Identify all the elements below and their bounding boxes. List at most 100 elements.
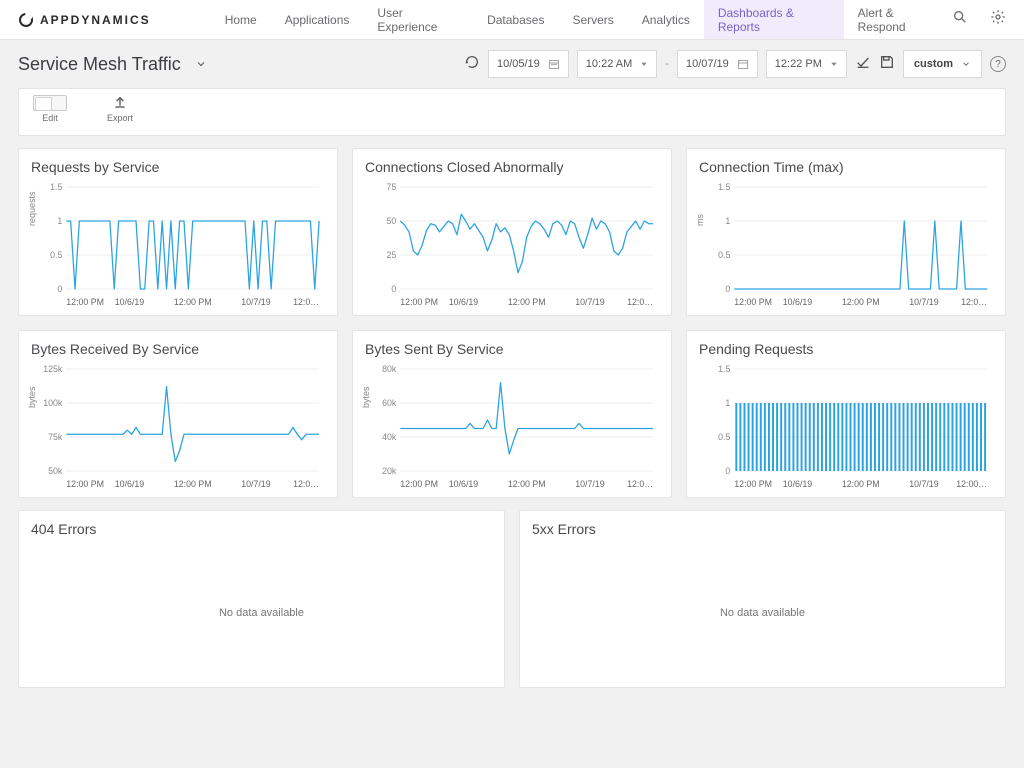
caret-down-icon bbox=[830, 60, 838, 68]
svg-text:0: 0 bbox=[725, 466, 730, 476]
panel-title: 404 Errors bbox=[31, 521, 492, 537]
svg-text:1: 1 bbox=[725, 398, 730, 408]
svg-text:12:0…: 12:0… bbox=[293, 479, 319, 489]
svg-text:10/6/19: 10/6/19 bbox=[449, 297, 478, 307]
nav-item-alert-respond[interactable]: Alert & Respond bbox=[844, 0, 952, 39]
gear-icon[interactable] bbox=[990, 9, 1006, 30]
to-date-field[interactable]: 10/07/19 bbox=[677, 50, 758, 78]
export-icon bbox=[112, 95, 128, 111]
nav-item-user-experience[interactable]: User Experience bbox=[363, 0, 473, 39]
top-nav-right bbox=[952, 9, 1006, 30]
brand: APPDYNAMICS bbox=[18, 12, 151, 28]
svg-text:50: 50 bbox=[387, 216, 397, 226]
svg-text:0: 0 bbox=[725, 284, 730, 294]
no-data-message: No data available bbox=[31, 543, 492, 683]
y-axis-label: ms bbox=[695, 214, 705, 226]
svg-text:12:00 PM: 12:00 PM bbox=[400, 297, 438, 307]
panel-5xx-errors: 5xx Errors No data available bbox=[519, 510, 1006, 688]
svg-text:12:0…: 12:0… bbox=[627, 297, 653, 307]
chart-area: requests 00.511.512:00 PM10/6/1912:00 PM… bbox=[31, 181, 325, 311]
chevron-down-icon bbox=[195, 58, 207, 70]
refresh-icon[interactable] bbox=[464, 54, 480, 75]
svg-text:1.5: 1.5 bbox=[718, 364, 730, 374]
svg-text:25: 25 bbox=[387, 250, 397, 260]
search-icon[interactable] bbox=[952, 9, 968, 30]
toggle-icon bbox=[33, 95, 67, 111]
svg-text:0.5: 0.5 bbox=[718, 250, 730, 260]
svg-text:10/6/19: 10/6/19 bbox=[783, 479, 812, 489]
svg-text:12:00 PM: 12:00 PM bbox=[842, 479, 880, 489]
chart-area: 00.511.512:00 PM10/6/1912:00 PM10/7/1912… bbox=[699, 363, 993, 493]
save-icon[interactable] bbox=[879, 54, 895, 75]
date-range-controls: 10/05/19 10:22 AM - 10/07/19 12:22 PM cu… bbox=[464, 50, 1006, 78]
to-date-text: 10/07/19 bbox=[686, 58, 729, 70]
svg-text:1: 1 bbox=[725, 216, 730, 226]
to-time-field[interactable]: 12:22 PM bbox=[766, 50, 847, 78]
svg-text:12:00 PM: 12:00 PM bbox=[174, 479, 212, 489]
svg-text:12:00 PM: 12:00 PM bbox=[508, 479, 546, 489]
top-nav: APPDYNAMICS HomeApplicationsUser Experie… bbox=[0, 0, 1024, 40]
svg-text:12:00 PM: 12:00 PM bbox=[508, 297, 546, 307]
y-axis-label: bytes bbox=[361, 386, 371, 408]
nav-item-servers[interactable]: Servers bbox=[558, 0, 627, 39]
sub-toolbar: Service Mesh Traffic 10/05/19 10:22 AM -… bbox=[0, 40, 1024, 88]
svg-text:12:00 PM: 12:00 PM bbox=[842, 297, 880, 307]
nav-item-dashboards-reports[interactable]: Dashboards & Reports bbox=[704, 0, 844, 39]
svg-text:10/6/19: 10/6/19 bbox=[115, 479, 144, 489]
svg-text:12:00 PM: 12:00 PM bbox=[734, 297, 772, 307]
panel-conn-time: Connection Time (max) ms 00.511.512:00 P… bbox=[686, 148, 1006, 316]
calendar-icon bbox=[548, 58, 560, 70]
edit-toggle[interactable]: Edit bbox=[33, 95, 67, 123]
main-nav: HomeApplicationsUser ExperienceDatabases… bbox=[211, 0, 952, 39]
panel-title: Connections Closed Abnormally bbox=[365, 159, 659, 175]
svg-text:12:0…: 12:0… bbox=[961, 297, 987, 307]
brand-logo-icon bbox=[18, 12, 34, 28]
svg-text:1: 1 bbox=[57, 216, 62, 226]
brand-text: APPDYNAMICS bbox=[40, 13, 151, 27]
chart-area: bytes 20k40k60k80k12:00 PM10/6/1912:00 P… bbox=[365, 363, 659, 493]
svg-text:12:00 PM: 12:00 PM bbox=[174, 297, 212, 307]
svg-text:10/7/19: 10/7/19 bbox=[241, 297, 270, 307]
from-time-field[interactable]: 10:22 AM bbox=[577, 50, 657, 78]
svg-text:40k: 40k bbox=[382, 432, 397, 442]
help-icon[interactable]: ? bbox=[990, 56, 1006, 72]
svg-text:10/7/19: 10/7/19 bbox=[241, 479, 270, 489]
from-time-text: 10:22 AM bbox=[586, 58, 632, 70]
svg-text:10/7/19: 10/7/19 bbox=[575, 479, 604, 489]
export-button[interactable]: Export bbox=[107, 95, 133, 123]
svg-text:80k: 80k bbox=[382, 364, 397, 374]
calendar-icon bbox=[737, 58, 749, 70]
to-time-text: 12:22 PM bbox=[775, 58, 822, 70]
svg-text:12:0…: 12:0… bbox=[627, 479, 653, 489]
chevron-down-icon bbox=[961, 59, 971, 69]
nav-item-analytics[interactable]: Analytics bbox=[628, 0, 704, 39]
svg-text:75k: 75k bbox=[48, 432, 63, 442]
from-date-text: 10/05/19 bbox=[497, 58, 540, 70]
svg-text:12:00 PM: 12:00 PM bbox=[66, 479, 104, 489]
panel-title: Bytes Received By Service bbox=[31, 341, 325, 357]
apply-check-icon[interactable] bbox=[855, 54, 871, 75]
svg-text:1.5: 1.5 bbox=[718, 182, 730, 192]
svg-text:20k: 20k bbox=[382, 466, 397, 476]
panel-title: Pending Requests bbox=[699, 341, 993, 357]
svg-text:10/7/19: 10/7/19 bbox=[575, 297, 604, 307]
svg-text:125k: 125k bbox=[43, 364, 63, 374]
nav-item-home[interactable]: Home bbox=[211, 0, 271, 39]
nav-item-applications[interactable]: Applications bbox=[271, 0, 364, 39]
error-panels-row: 404 Errors No data available 5xx Errors … bbox=[0, 510, 1024, 706]
panel-404-errors: 404 Errors No data available bbox=[18, 510, 505, 688]
nav-item-databases[interactable]: Databases bbox=[473, 0, 558, 39]
svg-text:10/6/19: 10/6/19 bbox=[449, 479, 478, 489]
range-preset-select[interactable]: custom bbox=[903, 50, 982, 78]
panel-title: 5xx Errors bbox=[532, 521, 993, 537]
svg-text:0: 0 bbox=[391, 284, 396, 294]
chart-area: bytes 50k75k100k125k12:00 PM10/6/1912:00… bbox=[31, 363, 325, 493]
page-title-text: Service Mesh Traffic bbox=[18, 54, 181, 75]
panel-title: Bytes Sent By Service bbox=[365, 341, 659, 357]
caret-down-icon bbox=[640, 60, 648, 68]
svg-text:10/6/19: 10/6/19 bbox=[783, 297, 812, 307]
svg-text:60k: 60k bbox=[382, 398, 397, 408]
page-title[interactable]: Service Mesh Traffic bbox=[18, 54, 207, 75]
from-date-field[interactable]: 10/05/19 bbox=[488, 50, 569, 78]
panel-requests-by-service: Requests by Service requests 00.511.512:… bbox=[18, 148, 338, 316]
